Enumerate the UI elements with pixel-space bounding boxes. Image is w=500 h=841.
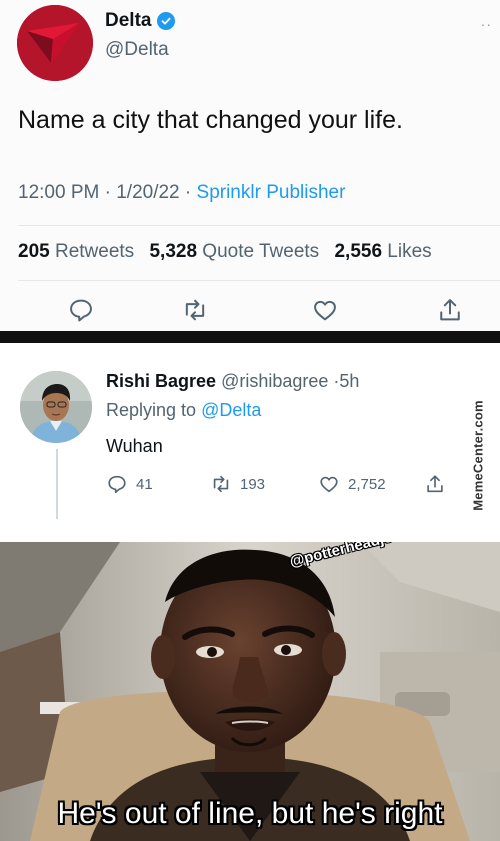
- divider: [18, 280, 500, 281]
- reply-author[interactable]: Rishi Bagree @rishibagree ·5h: [106, 371, 359, 392]
- like-icon[interactable]: [311, 296, 339, 324]
- share-icon[interactable]: [436, 296, 464, 324]
- retweet-icon[interactable]: [181, 296, 209, 324]
- reply-reply-button[interactable]: 41: [106, 473, 153, 495]
- tweet-meta: 12:00 PM · 1/20/22 · Sprinklr Publisher: [18, 182, 345, 204]
- reply-tweet: Rishi Bagree @rishibagree ·5h Replying t…: [0, 343, 500, 536]
- retweets-stat[interactable]: 205 Retweets: [18, 241, 134, 262]
- avatar-photo: [20, 371, 92, 443]
- reply-like-button[interactable]: 2,752: [318, 473, 386, 495]
- section-separator: [0, 331, 500, 343]
- tweet-source[interactable]: Sprinklr Publisher: [197, 182, 346, 203]
- reply-actions: 41 193 2,752: [106, 473, 466, 501]
- verified-badge-icon: [157, 12, 176, 30]
- retweet-icon: [213, 475, 229, 493]
- divider: [18, 225, 500, 226]
- tweet-stats: 205 Retweets 5,328 Quote Tweets 2,556 Li…: [18, 241, 432, 263]
- quotes-stat[interactable]: 5,328 Quote Tweets: [149, 241, 319, 262]
- meme-caption: He's out of line, but he's right: [57, 797, 443, 830]
- meta-separator: ·: [184, 182, 197, 203]
- tweet-time[interactable]: 12:00 PM: [18, 182, 99, 203]
- reply-retweets-count: 193: [240, 475, 266, 493]
- reply-author-name[interactable]: Rishi Bagree: [106, 371, 216, 391]
- meta-separator: ·: [104, 182, 117, 203]
- delta-avatar[interactable]: [17, 5, 93, 81]
- meme-image: @potterheadjocelyn He's out of line, but…: [0, 542, 500, 841]
- likes-stat[interactable]: 2,556 Likes: [334, 241, 431, 262]
- reply-icon[interactable]: [67, 296, 95, 324]
- reply-author-handle[interactable]: @rishibagree: [221, 371, 328, 391]
- delta-logo: [17, 5, 93, 81]
- thread-line: [56, 449, 58, 519]
- share-icon: [427, 475, 443, 493]
- replying-to: Replying to @Delta: [106, 400, 261, 421]
- like-icon: [320, 476, 338, 493]
- rishi-avatar[interactable]: [20, 371, 92, 443]
- tweet-date[interactable]: 1/20/22: [116, 182, 179, 203]
- reply-age: 5h: [339, 371, 360, 391]
- reply-replies-count: 41: [136, 475, 153, 493]
- watermark-text: MemeCenter.com: [470, 399, 486, 511]
- reply-likes-count: 2,752: [348, 475, 386, 493]
- more-icon[interactable]: ··: [481, 16, 492, 32]
- replying-prefix: Replying to: [106, 400, 197, 420]
- reply-share-button[interactable]: [424, 473, 446, 495]
- tweet-text: Name a city that changed your life.: [18, 106, 403, 134]
- replying-to-handle[interactable]: @Delta: [201, 400, 261, 420]
- author-name[interactable]: Delta: [105, 10, 151, 32]
- reply-text: Wuhan: [106, 436, 163, 456]
- reply-icon: [108, 475, 126, 494]
- reply-retweet-button[interactable]: 193: [210, 473, 265, 495]
- delta-author[interactable]: Delta: [105, 10, 176, 32]
- delta-tweet: Delta @Delta ·· Name a city that changed…: [0, 0, 500, 333]
- author-handle[interactable]: @Delta: [105, 39, 169, 61]
- memecenter-watermark: MemeCenter.com: [465, 380, 491, 530]
- tweet-actions: [0, 296, 500, 330]
